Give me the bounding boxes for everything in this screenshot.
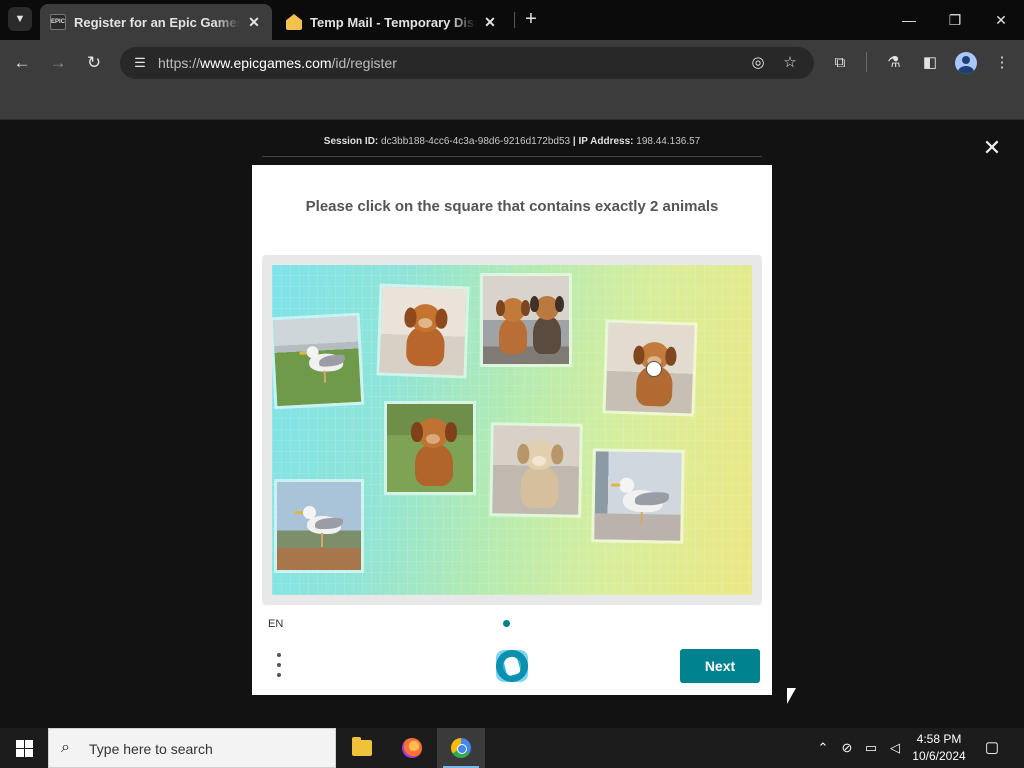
search-placeholder: Type here to search xyxy=(89,741,213,757)
tab-temp-mail[interactable]: Temp Mail - Temporary Disposable Email ✕ xyxy=(276,4,508,40)
toolbar-spacer xyxy=(0,86,1024,120)
new-tab-button[interactable]: + xyxy=(520,8,542,30)
tab-title: Register for an Epic Games account xyxy=(74,14,240,30)
selection-marker xyxy=(646,361,662,377)
clock-date: 10/6/2024 xyxy=(912,749,966,763)
taskbar-search[interactable]: ⌕ Type here to search xyxy=(48,728,336,768)
browser-toolbar: ← → ↻ ☰ https://www.epicgames.com/id/reg… xyxy=(0,40,1024,86)
system-clock[interactable]: 4:58 PM 10/6/2024 xyxy=(906,731,972,765)
side-panel-icon[interactable]: ◧ xyxy=(918,51,942,75)
session-separator: | xyxy=(572,136,576,147)
browser-tab-bar: ▼ EPIC Register for an Epic Games accoun… xyxy=(0,0,1024,40)
more-options-icon[interactable] xyxy=(272,652,286,678)
address-bar[interactable]: ☰ https://www.epicgames.com/id/register … xyxy=(120,47,814,79)
window-close-icon[interactable]: ✕ xyxy=(986,8,1016,32)
language-selector[interactable]: EN xyxy=(268,618,283,630)
url-path: /id/register xyxy=(331,55,397,71)
url-prefix: https:// xyxy=(158,55,201,71)
page-overlay: Session ID: dc3bb188-4cc6-4c3a-98d6-9216… xyxy=(0,120,1024,728)
profile-avatar[interactable] xyxy=(955,52,977,74)
tile-seagull-window[interactable] xyxy=(591,448,685,544)
tab-close-icon[interactable]: ✕ xyxy=(246,14,262,31)
restore-icon[interactable]: ❐ xyxy=(940,8,970,32)
display-icon[interactable]: ▭ xyxy=(861,738,881,758)
eye-off-icon[interactable]: ◎ xyxy=(746,51,770,75)
file-explorer-button[interactable] xyxy=(338,728,386,768)
folder-icon xyxy=(352,737,372,756)
extensions-icon[interactable]: ⧉ xyxy=(828,51,852,75)
notification-icon[interactable]: ▢ xyxy=(982,738,1002,758)
bookmark-star-icon[interactable]: ☆ xyxy=(778,51,802,75)
menu-icon[interactable]: ⋮ xyxy=(990,51,1014,75)
firefox-icon xyxy=(402,738,422,758)
close-icon[interactable]: ✕ xyxy=(980,136,1004,160)
firefox-button[interactable] xyxy=(388,728,436,768)
forward-icon[interactable]: → xyxy=(46,51,70,75)
next-button[interactable]: Next xyxy=(680,649,760,683)
temp-mail-icon xyxy=(286,14,302,30)
toolbar-separator xyxy=(866,52,867,72)
start-button[interactable] xyxy=(0,728,48,768)
network-off-icon[interactable]: ⊘ xyxy=(837,738,857,758)
clock-time: 4:58 PM xyxy=(916,732,962,746)
tab-title: Temp Mail - Temporary Disposable Email xyxy=(310,14,476,30)
site-info-icon[interactable]: ☰ xyxy=(128,51,152,75)
tab-epic-register[interactable]: EPIC Register for an Epic Games account … xyxy=(40,4,272,40)
mouse-cursor-icon xyxy=(787,688,796,704)
ip-value: 198.44.136.57 xyxy=(636,136,701,147)
tile-seagull-grass[interactable] xyxy=(272,312,365,410)
chrome-button[interactable] xyxy=(437,728,485,768)
session-id: dc3bb188-4cc6-4c3a-98d6-9216d172bd53 xyxy=(381,136,571,147)
tile-puppy-living-room[interactable] xyxy=(489,422,583,518)
tile-two-puppies[interactable] xyxy=(480,273,572,367)
chevron-up-icon[interactable]: ⌃ xyxy=(813,738,833,758)
tab-separator xyxy=(514,12,515,28)
task-image[interactable] xyxy=(272,265,752,595)
search-icon: ⌕ xyxy=(61,739,70,756)
captcha-challenge: Please click on the square that contains… xyxy=(252,165,772,695)
url-text[interactable]: https://www.epicgames.com/id/register xyxy=(158,55,397,71)
divider xyxy=(262,156,762,157)
epic-games-icon: EPIC xyxy=(50,14,66,30)
tab-close-icon[interactable]: ✕ xyxy=(482,14,498,31)
tile-puppy-sofa[interactable] xyxy=(376,283,470,379)
volume-muted-icon[interactable]: ◁ xyxy=(885,738,905,758)
captcha-prompt: Please click on the square that contains… xyxy=(305,198,719,215)
tile-seagull-shore[interactable] xyxy=(274,479,364,573)
url-host: www.epicgames.com xyxy=(200,55,332,71)
windows-logo-pane xyxy=(25,740,33,748)
session-info: Session ID: dc3bb188-4cc6-4c3a-98d6-9216… xyxy=(0,136,1024,147)
windows-taskbar: ⌕ Type here to search ⌃ ⊘ ▭ ◁ 4:58 PM 10… xyxy=(0,728,1024,768)
minimize-icon[interactable]: — xyxy=(894,8,924,32)
windows-logo-pane xyxy=(16,749,24,757)
page-indicator-dot xyxy=(503,620,510,627)
reload-icon[interactable]: ↻ xyxy=(82,51,106,75)
hcaptcha-logo-icon[interactable] xyxy=(496,650,528,682)
ip-label: IP Address: xyxy=(578,136,634,147)
back-icon[interactable]: ← xyxy=(10,51,34,75)
tile-puppy-grass[interactable] xyxy=(384,401,476,495)
tab-search-button[interactable]: ▼ xyxy=(8,7,32,31)
windows-logo-pane xyxy=(25,749,33,757)
labs-flask-icon[interactable]: ⚗ xyxy=(882,51,906,75)
windows-logo-icon xyxy=(16,740,24,748)
task-frame xyxy=(262,255,762,605)
session-label: Session ID: xyxy=(323,136,379,147)
chrome-icon xyxy=(451,738,471,758)
